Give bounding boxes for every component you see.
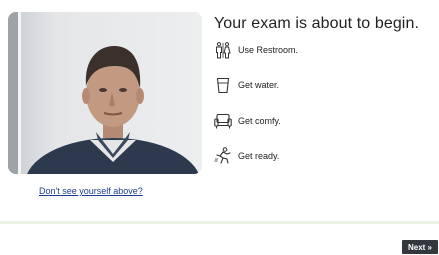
next-button[interactable]: Next » bbox=[402, 240, 438, 254]
checklist-item-comfy: Get comfy. bbox=[214, 110, 281, 132]
checklist-item-restroom: Use Restroom. bbox=[214, 39, 298, 61]
checklist-item-label: Get ready. bbox=[238, 151, 280, 161]
water-glass-icon bbox=[214, 76, 232, 94]
exam-start-page: Don't see yourself above? Your exam is a… bbox=[0, 0, 439, 255]
checklist-item-water: Get water. bbox=[214, 74, 279, 96]
checklist-item-label: Get water. bbox=[238, 80, 280, 90]
ready-icon bbox=[214, 147, 232, 165]
checklist-item-ready: Get ready. bbox=[214, 145, 279, 167]
footer-divider bbox=[0, 221, 439, 224]
restroom-icon bbox=[214, 41, 232, 59]
checklist-item-label: Use Restroom. bbox=[238, 45, 299, 55]
couch-icon bbox=[214, 112, 232, 130]
checklist-item-label: Get comfy. bbox=[238, 116, 281, 126]
page-title: Your exam is about to begin. bbox=[214, 15, 420, 32]
webcam-preview bbox=[8, 12, 202, 174]
webcam-help-link[interactable]: Don't see yourself above? bbox=[39, 186, 143, 196]
